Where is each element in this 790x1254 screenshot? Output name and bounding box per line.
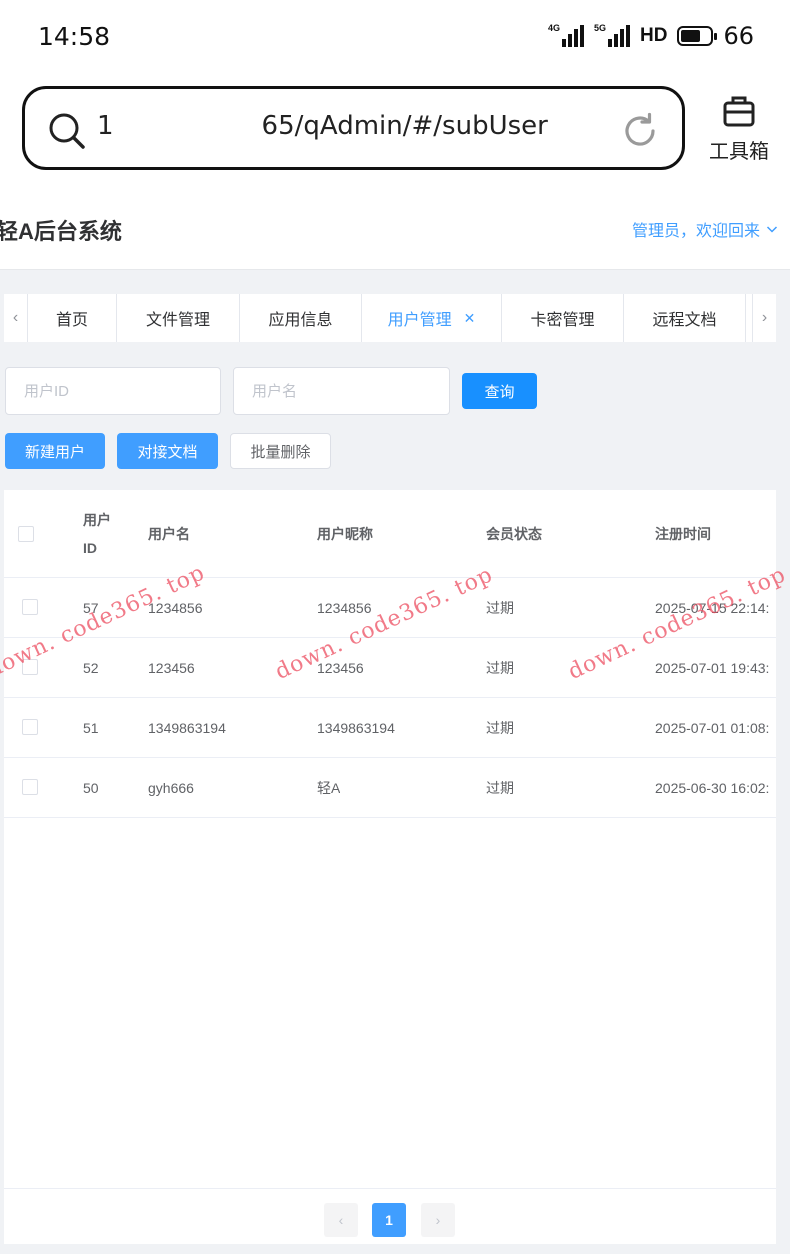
- cell-reg-time: 2025-07-15 22:14:: [655, 600, 770, 616]
- tab-label: 首页: [55, 312, 88, 329]
- tab-label: 卡密管理: [530, 312, 595, 329]
- cell-username: 1349863194: [148, 720, 226, 736]
- column-header-id: 用户ID: [83, 512, 111, 556]
- hd-voice-badge: HD: [640, 25, 668, 46]
- query-button[interactable]: 查询: [462, 373, 537, 409]
- column-header-reg-time: 注册时间: [655, 526, 711, 542]
- cell-username: 1234856: [148, 600, 203, 616]
- tab-scroll-right-icon[interactable]: ›: [752, 294, 776, 342]
- cell-id: 50: [83, 780, 99, 796]
- table-row: 52 123456 123456 过期 2025-07-01 19:43:: [4, 638, 776, 698]
- tab-bar: ‹ 首页 文件管理 应用信息 用户管理 ✕ 卡密管理 远程文档 ›: [4, 294, 776, 342]
- app-header: 轻A后台系统 管理员，欢迎回来: [0, 190, 790, 270]
- reload-icon[interactable]: [620, 111, 660, 151]
- user-menu-label: 管理员，欢迎回来: [631, 223, 760, 240]
- tab-remote-docs[interactable]: 远程文档: [624, 294, 746, 342]
- page-number-button[interactable]: 1: [372, 1203, 406, 1237]
- tab-label: 远程文档: [652, 312, 717, 329]
- new-user-button[interactable]: 新建用户: [5, 433, 105, 469]
- url-text: 1 65/qAdmin/#/subUser: [97, 111, 548, 141]
- cell-id: 57: [83, 600, 99, 616]
- cell-status: 过期: [486, 600, 514, 616]
- status-bar: 14:58 4G 5G HD 66: [0, 0, 790, 72]
- cell-status: 过期: [486, 720, 514, 736]
- toolbox-button[interactable]: 工具箱: [706, 94, 772, 164]
- user-id-input[interactable]: [5, 367, 221, 415]
- tab-user-management[interactable]: 用户管理 ✕: [362, 294, 502, 342]
- address-bar[interactable]: 1 65/qAdmin/#/subUser: [22, 86, 685, 170]
- pagination: ‹ 1 ›: [4, 1188, 776, 1244]
- cell-nickname: 1234856: [317, 600, 372, 616]
- api-docs-button[interactable]: 对接文档: [117, 433, 218, 469]
- column-header-username: 用户名: [148, 526, 190, 542]
- battery-level: 66: [723, 22, 754, 50]
- tab-home[interactable]: 首页: [28, 294, 117, 342]
- user-table: 用户ID 用户名 用户昵称 会员状态 注册时间 57 1234856 12348…: [4, 490, 776, 1244]
- cell-nickname: 轻A: [317, 780, 341, 796]
- username-input[interactable]: [233, 367, 450, 415]
- table-row: 57 1234856 1234856 过期 2025-07-15 22:14:: [4, 578, 776, 638]
- table-row: 50 gyh666 轻A 过期 2025-06-30 16:02:: [4, 758, 776, 818]
- tab-label: 文件管理: [145, 312, 210, 329]
- prev-page-button[interactable]: ‹: [324, 1203, 358, 1237]
- search-icon: [49, 113, 85, 149]
- column-header-nickname: 用户昵称: [317, 526, 373, 542]
- cell-nickname: 1349863194: [317, 720, 395, 736]
- cell-reg-time: 2025-07-01 19:43:: [655, 660, 770, 676]
- table-header: 用户ID 用户名 用户昵称 会员状态 注册时间: [4, 490, 776, 578]
- toolbox-label: 工具箱: [709, 141, 769, 163]
- toolbox-icon: [723, 96, 755, 127]
- tab-file-management[interactable]: 文件管理: [117, 294, 240, 342]
- tab-scroll-left-icon[interactable]: ‹: [4, 294, 28, 342]
- signal-5g-tag: 5G: [594, 23, 607, 33]
- signal-5g-icon: 5G: [594, 23, 630, 47]
- user-menu[interactable]: 管理员，欢迎回来: [632, 217, 778, 241]
- select-all-checkbox[interactable]: [18, 526, 34, 542]
- row-checkbox[interactable]: [22, 599, 38, 615]
- status-indicators: 4G 5G HD 66: [548, 22, 754, 50]
- next-page-button[interactable]: ›: [421, 1203, 455, 1237]
- url-prefix: 1: [97, 111, 114, 141]
- signal-4g-icon: 4G: [548, 23, 584, 47]
- url-suffix: 65/qAdmin/#/subUser: [261, 111, 548, 141]
- cell-id: 51: [83, 720, 99, 736]
- close-icon[interactable]: ✕: [464, 310, 476, 327]
- cell-id: 52: [83, 660, 99, 676]
- cell-status: 过期: [486, 660, 514, 676]
- row-checkbox[interactable]: [22, 779, 38, 795]
- signal-4g-tag: 4G: [548, 23, 561, 33]
- batch-delete-button[interactable]: 批量删除: [230, 433, 331, 469]
- browser-bar: 1 65/qAdmin/#/subUser 工具箱: [0, 72, 790, 190]
- cell-username: gyh666: [148, 780, 194, 796]
- row-checkbox[interactable]: [22, 719, 38, 735]
- status-time: 14:58: [38, 22, 111, 51]
- cell-nickname: 123456: [317, 660, 364, 676]
- battery-icon: [677, 26, 718, 46]
- tab-label: 应用信息: [268, 312, 333, 329]
- table-row: 51 1349863194 1349863194 过期 2025-07-01 0…: [4, 698, 776, 758]
- tab-card-management[interactable]: 卡密管理: [502, 294, 624, 342]
- column-header-status: 会员状态: [486, 526, 542, 542]
- cell-status: 过期: [486, 780, 514, 796]
- app-title: 轻A后台系统: [0, 219, 122, 244]
- row-checkbox[interactable]: [22, 659, 38, 675]
- tab-app-info[interactable]: 应用信息: [240, 294, 362, 342]
- chevron-down-icon: [766, 226, 778, 233]
- cell-username: 123456: [148, 660, 195, 676]
- cell-reg-time: 2025-07-01 01:08:: [655, 720, 770, 736]
- tab-label: 用户管理: [387, 312, 452, 329]
- cell-reg-time: 2025-06-30 16:02:: [655, 780, 770, 796]
